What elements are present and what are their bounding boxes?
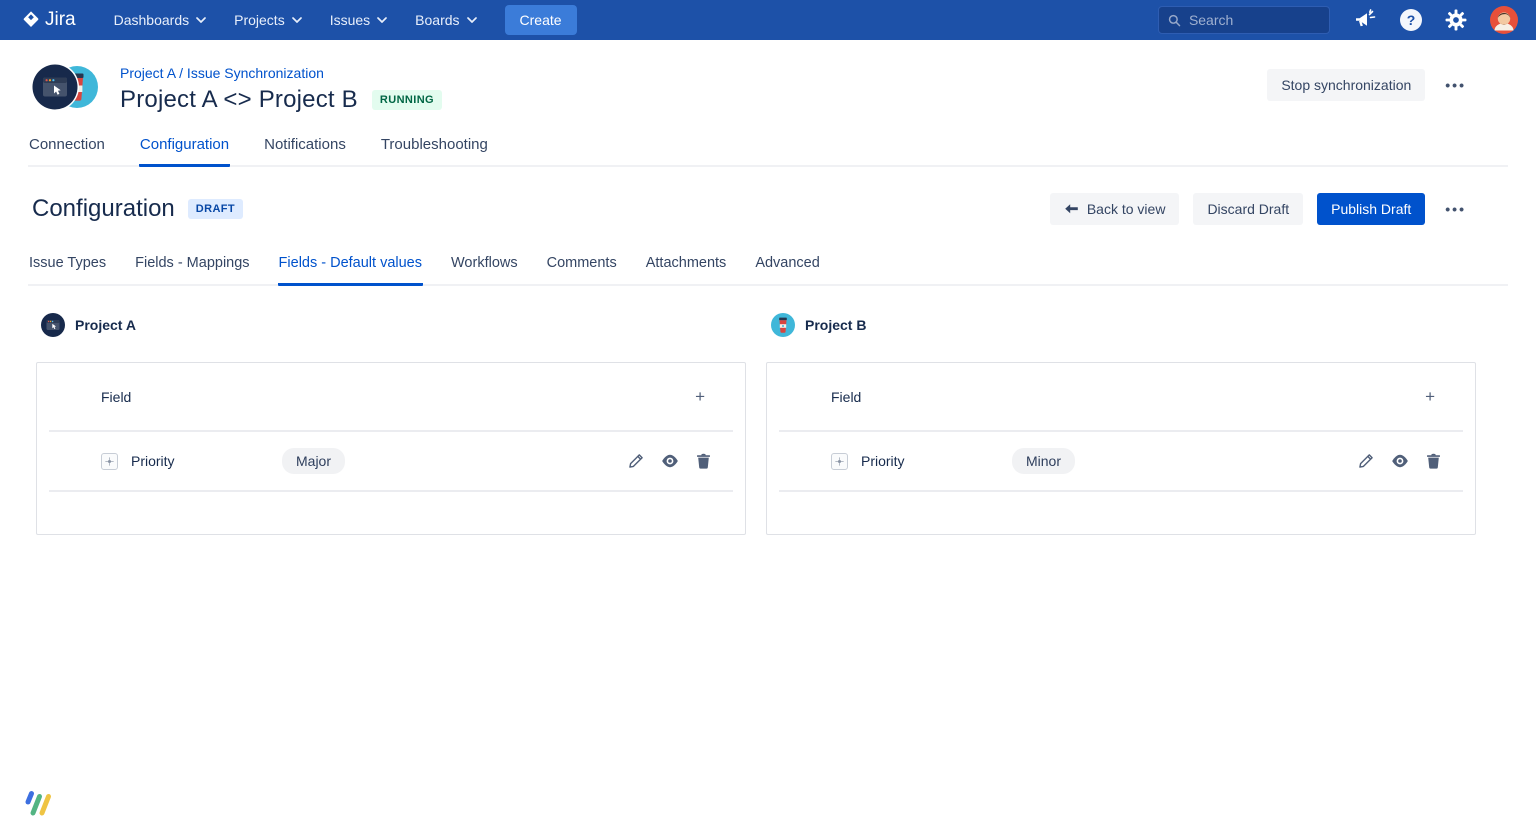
- tab-workflows[interactable]: Workflows: [450, 255, 519, 286]
- default-values-panels: Project A Field + Priority Major: [0, 313, 1536, 535]
- tab-issue-types[interactable]: Issue Types: [28, 255, 107, 286]
- tab-comments[interactable]: Comments: [546, 255, 618, 286]
- divider: [49, 490, 733, 492]
- main-tabs: Connection Configuration Notifications T…: [28, 136, 1508, 167]
- tab-fields-default-values[interactable]: Fields - Default values: [278, 255, 423, 286]
- project-a-avatar-icon: [41, 313, 65, 337]
- chevron-down-icon: [377, 17, 387, 23]
- project-b-title: Project B: [771, 313, 1476, 337]
- project-a-avatar: [31, 63, 79, 111]
- nav-item-dashboards[interactable]: Dashboards: [114, 12, 207, 28]
- nav-item-issues[interactable]: Issues: [330, 12, 387, 28]
- header-text-block: Project A / Issue Synchronization Projec…: [120, 60, 442, 114]
- arrow-left-icon: [1064, 203, 1079, 216]
- project-a-column: Project A Field + Priority Major: [36, 313, 746, 535]
- chevron-down-icon: [467, 17, 477, 23]
- table-row-priority: Priority Major: [37, 432, 745, 490]
- field-name: Priority: [861, 453, 905, 469]
- tab-connection[interactable]: Connection: [28, 136, 106, 167]
- divider: [779, 490, 1463, 492]
- tab-advanced[interactable]: Advanced: [754, 255, 821, 286]
- publish-draft-button[interactable]: Publish Draft: [1317, 193, 1425, 225]
- tab-notifications[interactable]: Notifications: [263, 136, 347, 167]
- field-name: Priority: [131, 453, 175, 469]
- project-b-avatar-icon: [771, 313, 795, 337]
- nav-item-boards[interactable]: Boards: [415, 12, 476, 28]
- stop-synchronization-button[interactable]: Stop synchronization: [1267, 69, 1425, 101]
- top-navbar: Jira Dashboards Projects Issues Boards C…: [0, 0, 1536, 40]
- tab-configuration[interactable]: Configuration: [139, 136, 230, 167]
- project-a-fields-card: Field + Priority Major: [36, 362, 746, 535]
- add-field-button[interactable]: +: [687, 384, 713, 409]
- connection-header: Project A / Issue Synchronization Projec…: [0, 40, 1536, 119]
- view-eye-icon[interactable]: [659, 452, 681, 470]
- configuration-more-button[interactable]: •••: [1439, 197, 1472, 221]
- tab-attachments[interactable]: Attachments: [645, 255, 728, 286]
- getint-logo[interactable]: [22, 789, 54, 822]
- status-badge-running: RUNNING: [372, 90, 442, 110]
- jira-logo-icon: [20, 9, 42, 31]
- view-eye-icon[interactable]: [1389, 452, 1411, 470]
- search-box[interactable]: [1158, 6, 1330, 34]
- page-title: Project A <> Project B: [120, 86, 358, 114]
- default-value-pill: Major: [282, 448, 345, 474]
- announcement-icon[interactable]: [1353, 9, 1377, 31]
- draft-badge: DRAFT: [188, 199, 243, 219]
- create-button[interactable]: Create: [505, 5, 577, 35]
- search-input[interactable]: [1189, 12, 1320, 28]
- priority-field-icon: [101, 453, 118, 470]
- edit-pencil-icon[interactable]: [1356, 451, 1376, 471]
- jira-brand-text: Jira: [45, 9, 76, 31]
- header-more-button[interactable]: •••: [1439, 73, 1472, 97]
- chevron-down-icon: [196, 17, 206, 23]
- configuration-heading: Configuration: [32, 195, 175, 223]
- chevron-down-icon: [292, 17, 302, 23]
- priority-field-icon: [831, 453, 848, 470]
- nav-item-projects[interactable]: Projects: [234, 12, 302, 28]
- field-column-header: Field: [831, 389, 861, 405]
- tab-fields-mappings[interactable]: Fields - Mappings: [134, 255, 250, 286]
- project-a-title: Project A: [41, 313, 746, 337]
- breadcrumb[interactable]: Project A / Issue Synchronization: [120, 65, 324, 81]
- delete-trash-icon[interactable]: [1424, 451, 1443, 471]
- tab-troubleshooting[interactable]: Troubleshooting: [380, 136, 489, 167]
- discard-draft-button[interactable]: Discard Draft: [1193, 193, 1303, 225]
- back-to-view-button[interactable]: Back to view: [1050, 193, 1180, 225]
- default-value-pill: Minor: [1012, 448, 1075, 474]
- help-icon[interactable]: ?: [1400, 9, 1422, 31]
- add-field-button[interactable]: +: [1417, 384, 1443, 409]
- configuration-header: Configuration DRAFT Back to view Discard…: [0, 167, 1536, 225]
- delete-trash-icon[interactable]: [694, 451, 713, 471]
- project-pair-avatar: [30, 60, 102, 119]
- settings-gear-icon[interactable]: [1445, 9, 1467, 31]
- user-avatar[interactable]: [1490, 6, 1518, 34]
- field-column-header: Field: [101, 389, 131, 405]
- edit-pencil-icon[interactable]: [626, 451, 646, 471]
- jira-logo[interactable]: Jira: [20, 9, 76, 31]
- table-row-priority: Priority Minor: [767, 432, 1475, 490]
- search-icon: [1168, 13, 1181, 28]
- configuration-tabs: Issue Types Fields - Mappings Fields - D…: [28, 255, 1508, 286]
- project-b-column: Project B Field + Priority Minor: [766, 313, 1476, 535]
- project-b-fields-card: Field + Priority Minor: [766, 362, 1476, 535]
